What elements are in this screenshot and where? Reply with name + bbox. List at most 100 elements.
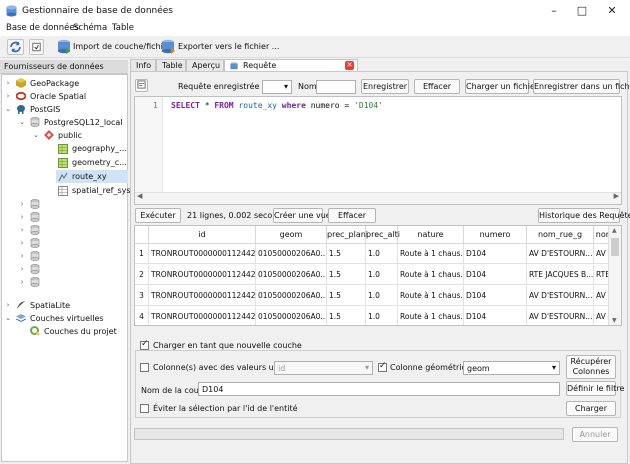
import-layer-icon[interactable] xyxy=(57,39,71,55)
providers-tree: › GeoPackage › Oracle Spatial ⌄ PostGIS … xyxy=(1,74,131,462)
table-row[interactable]: 3TRONROUT000000011244229901050000206A0..… xyxy=(135,286,621,306)
expand-arrow-icon[interactable]: › xyxy=(4,77,12,90)
expand-arrow-icon[interactable]: › xyxy=(18,263,26,276)
line-number: 1 xyxy=(153,101,159,110)
column-header[interactable]: nom_rue_g xyxy=(527,226,594,244)
table-cell[interactable]: TRONROUT0000000112442299 xyxy=(149,286,256,306)
collapse-arrow-icon[interactable]: ⌄ xyxy=(4,103,12,116)
menu-schema[interactable]: Schéma xyxy=(73,23,107,33)
database-connection-icon xyxy=(30,225,40,235)
column-header[interactable]: geom xyxy=(256,226,327,244)
table-cell[interactable]: Route à 1 chaus... xyxy=(398,307,464,325)
minimize-icon[interactable]: – xyxy=(540,0,568,22)
table-cell[interactable]: 1.5 xyxy=(327,307,366,325)
set-filter-button[interactable]: Définir le filtre xyxy=(566,381,624,396)
export-file-icon[interactable] xyxy=(161,39,175,55)
database-icon xyxy=(6,5,17,17)
table-cell[interactable]: 1.0 xyxy=(366,244,398,264)
table-cell[interactable]: 1.5 xyxy=(327,244,366,264)
unique-columns-checkbox[interactable] xyxy=(140,363,149,372)
refresh-button[interactable] xyxy=(7,39,24,55)
load-file-button[interactable]: Charger un fichier xyxy=(465,79,538,94)
import-layer-button[interactable]: Import de couche/fichier xyxy=(73,42,171,51)
load-button[interactable]: Charger xyxy=(566,401,616,416)
table-cell[interactable]: 01050000206A0... xyxy=(256,244,327,264)
saved-query-select[interactable]: ▾ xyxy=(262,80,292,94)
execute-button[interactable]: Exécuter xyxy=(135,208,181,223)
table-cell[interactable]: AV D'ESTOURN... xyxy=(527,307,594,325)
clear-query-button[interactable]: Effacer xyxy=(414,79,460,94)
table-cell[interactable]: 01050000206A0... xyxy=(256,265,327,285)
export-file-button[interactable]: Exporter vers le fichier ... xyxy=(178,42,279,51)
menu-database[interactable]: Base de données xyxy=(6,23,79,33)
create-view-button[interactable]: Créer une vue xyxy=(273,208,331,223)
load-as-layer-checkbox[interactable] xyxy=(140,339,149,350)
table-cell[interactable]: 1.5 xyxy=(327,265,366,285)
table-cell[interactable]: AV D'ESTOURN... xyxy=(527,286,594,306)
save-to-file-button[interactable]: Enregistrer dans un fichier xyxy=(533,79,630,94)
spatialite-feather-icon xyxy=(17,301,25,309)
geometry-column-select[interactable]: geom ▾ xyxy=(463,361,560,375)
save-query-button[interactable]: Enregistrer xyxy=(361,79,409,94)
table-cell[interactable]: D104 xyxy=(464,265,527,285)
collapse-arrow-icon[interactable]: ⌄ xyxy=(32,129,40,142)
expand-arrow-icon[interactable]: › xyxy=(18,250,26,263)
column-header[interactable]: id xyxy=(149,226,256,244)
sql-window-button[interactable] xyxy=(29,39,44,55)
row-number: 4 xyxy=(135,307,149,325)
results-vertical-scrollbar[interactable]: ▲ ▼ xyxy=(608,226,621,325)
editor-horizontal-scrollbar[interactable]: ◀ ▶ xyxy=(135,192,621,204)
expand-arrow-icon[interactable]: › xyxy=(18,237,26,250)
maximize-icon[interactable]: □ xyxy=(568,0,596,22)
table-row[interactable]: 1TRONROUT000000011244225801050000206A0..… xyxy=(135,244,621,264)
tree-item-table-route-xy[interactable]: route_xy xyxy=(56,170,128,183)
expand-arrow-icon[interactable]: › xyxy=(4,299,12,312)
table-row[interactable]: 2TRONROUT000000011244223801050000206A0..… xyxy=(135,265,621,285)
menu-bar: Base de données Schéma Table xyxy=(0,22,630,36)
table-cell[interactable]: 1.0 xyxy=(366,286,398,306)
table-cell[interactable]: Route à 1 chaus... xyxy=(398,244,464,264)
table-cell[interactable]: D104 xyxy=(464,286,527,306)
table-cell[interactable]: RTE JACQUES B... xyxy=(527,265,594,285)
table-cell[interactable]: D104 xyxy=(464,307,527,325)
row-number: 2 xyxy=(135,265,149,285)
table-cell[interactable]: TRONROUT0000000112442258 xyxy=(149,244,256,264)
query-name-input[interactable] xyxy=(316,80,356,94)
collapse-arrow-icon[interactable]: ⌄ xyxy=(4,312,12,325)
query-builder-button[interactable] xyxy=(135,79,148,92)
close-tab-icon[interactable]: ✕ xyxy=(345,61,354,70)
geometry-column-checkbox[interactable] xyxy=(378,361,387,372)
cancel-button[interactable]: Annuler xyxy=(572,427,618,442)
table-cell[interactable]: TRONROUT0000000112442249 xyxy=(149,307,256,325)
column-header[interactable]: numero xyxy=(464,226,527,244)
unique-columns-select[interactable]: id ▾ xyxy=(274,361,373,375)
collapse-arrow-icon[interactable]: ⌄ xyxy=(18,116,26,129)
menu-table[interactable]: Table xyxy=(112,23,134,33)
sql-editor[interactable]: 1 SELECT * FROM route_xy where numero = … xyxy=(134,96,622,205)
expand-arrow-icon[interactable]: › xyxy=(4,90,12,103)
table-cell[interactable]: TRONROUT0000000112442238 xyxy=(149,265,256,285)
column-header[interactable]: prec_plani xyxy=(327,226,368,244)
expand-arrow-icon[interactable]: › xyxy=(18,276,26,289)
column-header[interactable]: prec_alti xyxy=(366,226,400,244)
expand-arrow-icon[interactable]: › xyxy=(18,224,26,237)
table-cell[interactable]: Route à 1 chaus... xyxy=(398,265,464,285)
avoid-selection-checkbox[interactable] xyxy=(140,404,149,413)
expand-arrow-icon[interactable]: › xyxy=(18,211,26,224)
table-cell[interactable]: 1.0 xyxy=(366,307,398,325)
fetch-columns-button[interactable]: Récupérer Colonnes xyxy=(566,355,616,379)
clear-results-button[interactable]: Effacer xyxy=(328,208,376,223)
table-cell[interactable]: D104 xyxy=(464,244,527,264)
table-cell[interactable]: 01050000206A0... xyxy=(256,286,327,306)
table-cell[interactable]: Route à 1 chaus... xyxy=(398,286,464,306)
table-cell[interactable]: AV D'ESTOURN... xyxy=(527,244,594,264)
close-icon[interactable]: ✕ xyxy=(598,0,626,22)
expand-arrow-icon[interactable]: › xyxy=(18,198,26,211)
table-cell[interactable]: 01050000206A0... xyxy=(256,307,327,325)
column-header[interactable]: nature xyxy=(398,226,464,244)
table-row[interactable]: 4TRONROUT000000011244224901050000206A0..… xyxy=(135,307,621,325)
table-cell[interactable]: 1.0 xyxy=(366,265,398,285)
table-cell[interactable]: 1.5 xyxy=(327,286,366,306)
layer-name-input[interactable]: D104 xyxy=(198,382,560,396)
query-history-button[interactable]: Historique des Requêtes xyxy=(538,208,630,223)
